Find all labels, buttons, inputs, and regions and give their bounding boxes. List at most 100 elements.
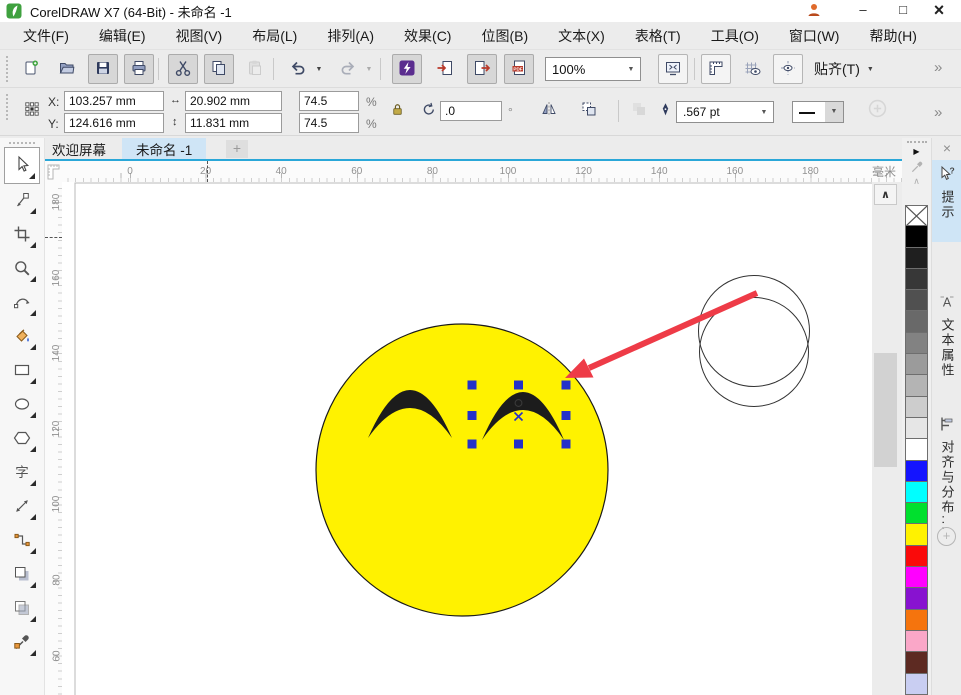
menu-item[interactable]: 工具(O)	[696, 22, 774, 50]
toolbar-grip[interactable]	[6, 56, 9, 82]
pick-tool[interactable]	[4, 147, 40, 184]
selection-handle[interactable]	[561, 439, 571, 449]
document-tab[interactable]: 欢迎屏幕	[38, 138, 120, 159]
ruler-origin-button[interactable]	[45, 161, 62, 182]
add-docker-button[interactable]: +	[937, 527, 956, 546]
color-swatch[interactable]	[905, 311, 928, 333]
selection-handle[interactable]	[514, 439, 523, 449]
color-swatch[interactable]	[905, 630, 928, 653]
selection-handle[interactable]	[561, 411, 571, 420]
color-swatch[interactable]	[905, 439, 928, 461]
property-bar-overflow-button[interactable]: »	[934, 104, 942, 121]
crop-tool[interactable]	[4, 218, 40, 252]
object-height-field[interactable]: 11.831 mm	[185, 113, 282, 133]
color-swatch[interactable]	[905, 417, 928, 440]
close-button[interactable]: ×	[924, 0, 954, 21]
color-swatch[interactable]	[905, 354, 928, 376]
open-document-button[interactable]	[52, 54, 82, 84]
menu-item[interactable]: 排列(A)	[312, 22, 389, 50]
docker-tab-align[interactable]: 对齐与分布...	[932, 410, 961, 532]
combine-button[interactable]	[630, 100, 648, 118]
cut-button[interactable]	[168, 54, 198, 84]
scale-y-field[interactable]: 74.5	[299, 113, 359, 133]
menu-item[interactable]: 效果(C)	[389, 22, 466, 50]
color-swatch[interactable]	[905, 226, 928, 248]
menu-item[interactable]: 视图(V)	[161, 22, 238, 50]
undo-dropdown-arrow[interactable]: ▼	[311, 54, 327, 84]
redo-dropdown-arrow[interactable]: ▼	[361, 54, 377, 84]
selection-handle[interactable]	[467, 411, 477, 420]
menu-item[interactable]: 布局(L)	[237, 22, 312, 50]
color-swatch[interactable]	[905, 290, 928, 312]
snap-to-dropdown[interactable]: 贴齐(T) ▼	[814, 57, 874, 81]
color-swatch[interactable]	[905, 247, 928, 269]
color-swatch[interactable]	[905, 545, 928, 568]
horizontal-ruler[interactable]: 0 20 40 60 80 100 120 140 160 180	[62, 161, 903, 182]
document-tab-active[interactable]: 未命名 -1	[122, 138, 207, 159]
toolbar-overflow-button[interactable]: »	[934, 59, 942, 76]
color-swatch[interactable]	[905, 396, 928, 418]
show-rulers-button[interactable]	[701, 54, 731, 84]
menu-item[interactable]: 位图(B)	[466, 22, 543, 50]
docker-tab-textprops[interactable]: A 文本属性	[932, 288, 961, 392]
color-swatch[interactable]	[905, 673, 928, 695]
chevron-down-icon[interactable]: ▼	[622, 66, 640, 73]
selection-handle[interactable]	[561, 380, 571, 390]
toolbox-grip[interactable]	[9, 142, 35, 145]
show-grid-button[interactable]	[737, 54, 767, 84]
color-swatch[interactable]	[905, 268, 928, 291]
dimension-tool[interactable]	[4, 490, 40, 524]
object-width-field[interactable]: 20.902 mm	[185, 91, 282, 111]
undo-button[interactable]	[283, 54, 313, 84]
minimize-button[interactable]: –	[848, 0, 878, 21]
x-position-field[interactable]: 103.257 mm	[64, 91, 164, 111]
menu-item[interactable]: 窗口(W)	[774, 22, 855, 50]
mirror-horizontal-button[interactable]	[540, 100, 558, 118]
import-button[interactable]	[430, 54, 460, 84]
publish-to-pdf-button[interactable]: PDF	[504, 54, 534, 84]
drop-shadow-tool[interactable]	[4, 558, 40, 592]
color-swatch[interactable]	[905, 460, 928, 482]
maximize-button[interactable]: □	[888, 0, 918, 21]
smiley-face-circle[interactable]	[315, 323, 609, 617]
no-color-swatch[interactable]	[905, 205, 928, 227]
full-screen-preview-button[interactable]	[658, 54, 688, 84]
color-eyedropper-tool[interactable]	[4, 626, 40, 660]
color-swatch[interactable]	[905, 588, 928, 610]
menu-item[interactable]: 帮助(H)	[854, 22, 931, 50]
selection-handle[interactable]	[514, 380, 523, 390]
save-document-button[interactable]	[88, 54, 118, 84]
palette-scroll-up-button[interactable]: ∧	[902, 174, 931, 189]
color-swatch[interactable]	[905, 609, 928, 631]
color-swatch[interactable]	[905, 524, 928, 546]
menu-item[interactable]: 文件(F)	[8, 22, 84, 50]
smart-fill-tool[interactable]	[4, 320, 40, 354]
show-guidelines-button[interactable]	[773, 54, 803, 84]
color-swatch[interactable]	[905, 332, 928, 355]
new-tab-button[interactable]: +	[226, 140, 248, 158]
transparency-tool[interactable]	[4, 592, 40, 626]
zoom-tool[interactable]	[4, 252, 40, 286]
rectangle-tool[interactable]	[4, 354, 40, 388]
account-icon[interactable]	[806, 2, 822, 18]
print-document-button[interactable]	[124, 54, 154, 84]
shape-tool[interactable]	[4, 184, 40, 218]
scroll-up-button[interactable]: ∧	[874, 184, 897, 205]
property-bar-grip[interactable]	[6, 94, 9, 120]
paste-button[interactable]	[240, 54, 270, 84]
color-swatch[interactable]	[905, 652, 928, 674]
vertical-ruler[interactable]: 180 160 140 120 100 80 60	[45, 182, 63, 695]
redo-button[interactable]	[333, 54, 363, 84]
palette-flyout-button[interactable]: ▶	[902, 144, 931, 159]
object-order-button[interactable]	[580, 100, 598, 118]
line-style-combobox[interactable]: ▼	[792, 101, 844, 123]
docker-close-button[interactable]: ×	[938, 141, 956, 157]
color-swatch[interactable]	[905, 503, 928, 525]
lock-ratio-icon[interactable]	[390, 102, 405, 117]
menu-item[interactable]: 表格(T)	[620, 22, 696, 50]
drawing-canvas[interactable]	[62, 182, 872, 695]
selection-handle[interactable]	[467, 380, 477, 390]
vertical-scrollbar-thumb[interactable]	[874, 353, 897, 467]
menu-item[interactable]: 编辑(E)	[84, 22, 161, 50]
color-swatch[interactable]	[905, 481, 928, 504]
